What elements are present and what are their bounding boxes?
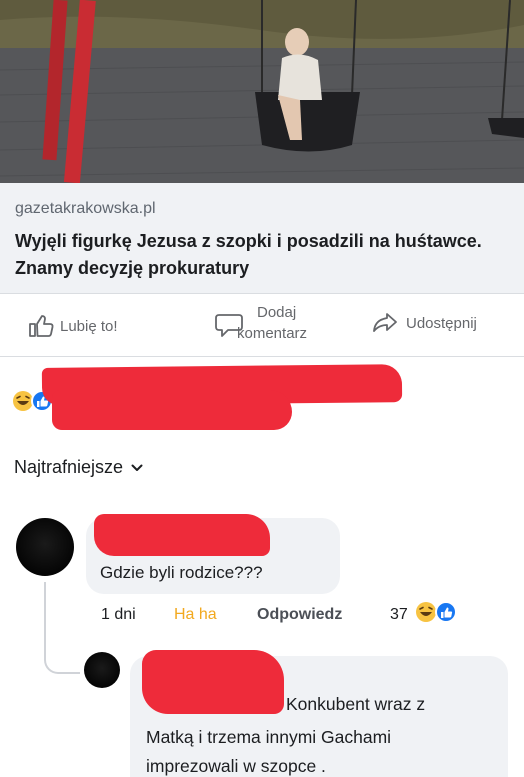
thumbs-up-icon xyxy=(29,315,54,337)
comment-label-line1: Dodaj xyxy=(257,304,297,321)
comment-reaction-icons xyxy=(416,601,457,623)
reactions-summary[interactable] xyxy=(0,360,524,440)
comment-reaction-count[interactable]: 37 xyxy=(390,606,408,624)
like-icon xyxy=(435,601,457,623)
reply-text-line3: imprezowali w szopce . xyxy=(146,756,326,776)
swing-photo-image xyxy=(0,0,524,183)
haha-icon xyxy=(13,391,33,411)
link-headline[interactable]: Wyjęli figurkę Jezusa z szopki i posadzi… xyxy=(15,228,505,282)
share-button[interactable]: Udostępnij xyxy=(372,312,477,334)
sort-label: Najtrafniejsze xyxy=(14,457,124,477)
share-arrow-icon xyxy=(373,313,397,332)
reply-text-line1: Konkubent wraz z xyxy=(286,694,426,714)
redacted-replier-name xyxy=(142,650,284,714)
haha-icon xyxy=(416,602,436,622)
commenter-avatar[interactable] xyxy=(16,518,74,576)
chevron-down-icon xyxy=(131,464,143,471)
redacted-commenter-name xyxy=(94,514,270,556)
link-domain: gazetakrakowska.pl xyxy=(15,200,156,217)
reply-connector xyxy=(44,646,80,674)
article-photo[interactable] xyxy=(0,0,524,183)
share-label: Udostępnij xyxy=(406,314,477,332)
redacted-reactor-names-2 xyxy=(52,390,292,430)
comment-sort-dropdown[interactable]: Najtrafniejsze xyxy=(14,457,143,478)
comment-reaction-haha[interactable]: Ha ha xyxy=(174,606,217,624)
like-button[interactable]: Lubię to! xyxy=(28,314,118,338)
comment-button[interactable]: Dodaj komentarz xyxy=(215,304,315,348)
thread-line xyxy=(44,582,46,648)
link-preview[interactable]: gazetakrakowska.pl Wyjęli figurkę Jezusa… xyxy=(0,183,524,293)
like-label: Lubię to! xyxy=(60,317,118,335)
replier-avatar[interactable] xyxy=(84,652,120,688)
comment-reply-button[interactable]: Odpowiedz xyxy=(257,606,342,624)
reply-text-line2: Matką i trzema innymi Gachami xyxy=(146,727,392,747)
comment-text: Gdzie byli rodzice??? xyxy=(100,563,263,582)
post-action-bar: Lubię to! Dodaj komentarz Udostępnij xyxy=(0,293,524,357)
comment-label-line2: komentarz xyxy=(237,325,308,342)
comment-time[interactable]: 1 dni xyxy=(101,606,136,624)
